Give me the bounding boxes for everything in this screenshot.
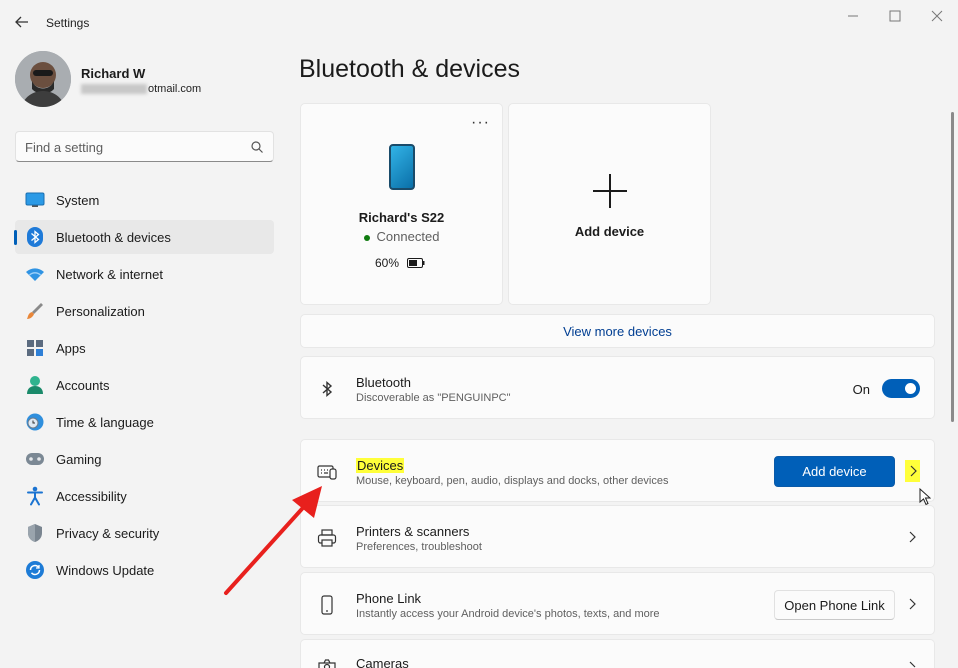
chevron-right-icon — [910, 465, 917, 477]
sidebar-item-windows-update[interactable]: Windows Update — [15, 553, 274, 587]
phone-link-title: Phone Link — [356, 591, 422, 606]
devices-title-highlight: Devices — [356, 458, 405, 473]
sidebar-item-bluetooth-devices[interactable]: Bluetooth & devices — [14, 220, 274, 254]
printers-subtitle: Preferences, troubleshoot — [356, 541, 482, 553]
maximize-icon[interactable] — [880, 6, 910, 26]
search-icon[interactable] — [250, 140, 264, 154]
view-more-devices-button[interactable]: View more devices — [300, 314, 935, 348]
search-input[interactable] — [25, 138, 240, 156]
add-device-label: Add device — [574, 224, 645, 239]
add-device-button[interactable]: Add device — [774, 456, 895, 487]
devices-chevron-highlight[interactable] — [905, 460, 920, 482]
search-box[interactable] — [15, 131, 274, 162]
sidebar-item-accessibility[interactable]: Accessibility — [15, 479, 274, 513]
apps-icon — [25, 338, 45, 358]
user-email: otmail.com — [81, 83, 201, 95]
sidebar-item-time-language[interactable]: Time & language — [15, 405, 274, 439]
sidebar-item-apps[interactable]: Apps — [15, 331, 274, 365]
camera-icon — [318, 659, 336, 668]
sidebar-item-label: Apps — [56, 340, 86, 356]
printers-row[interactable]: Printers & scanners Preferences, trouble… — [300, 505, 935, 568]
sidebar-item-label: Bluetooth & devices — [56, 229, 171, 245]
user-name: Richard W — [81, 66, 146, 81]
shield-icon — [25, 523, 45, 543]
page-title: Bluetooth & devices — [299, 55, 520, 83]
open-phone-link-button[interactable]: Open Phone Link — [774, 590, 895, 620]
device-name: Richard's S22 — [358, 210, 445, 225]
cameras-title: Cameras — [356, 656, 409, 668]
bluetooth-title: Bluetooth — [356, 375, 411, 390]
sidebar-item-label: Time & language — [56, 414, 154, 430]
device-battery: 60% — [375, 256, 425, 270]
devices-row[interactable]: Devices Mouse, keyboard, pen, audio, dis… — [300, 439, 935, 502]
scrollbar[interactable] — [951, 112, 954, 422]
toggle-state-label: On — [852, 382, 870, 397]
title-bar: Settings — [0, 0, 958, 44]
brush-icon — [25, 301, 45, 321]
sidebar-nav: System Bluetooth & devices Network & int… — [14, 183, 274, 590]
bluetooth-icon — [25, 227, 45, 247]
phone-icon — [321, 595, 333, 615]
sidebar-item-label: Privacy & security — [56, 525, 160, 541]
minimize-icon[interactable] — [838, 6, 868, 26]
sidebar-item-label: Accessibility — [56, 488, 127, 504]
bluetooth-subtitle: Discoverable as "PENGUINPC" — [356, 392, 511, 404]
device-status: Connected — [301, 229, 502, 244]
printers-title: Printers & scanners — [356, 524, 470, 539]
printer-icon — [317, 529, 337, 547]
sidebar-item-label: Windows Update — [56, 562, 155, 578]
person-icon — [25, 375, 45, 395]
keyboard-device-icon — [317, 465, 337, 480]
update-icon — [25, 560, 45, 580]
add-device-card[interactable]: Add device — [508, 103, 711, 305]
chevron-right-icon — [909, 598, 916, 610]
monitor-icon — [25, 190, 45, 210]
wifi-icon — [25, 264, 45, 284]
phone-link-subtitle: Instantly access your Android device's p… — [356, 608, 660, 620]
close-icon[interactable] — [922, 6, 952, 26]
bluetooth-toggle[interactable] — [882, 379, 920, 398]
mouse-cursor-icon — [919, 488, 931, 506]
phone-icon — [389, 144, 415, 190]
accessibility-icon — [25, 486, 45, 506]
sidebar-item-accounts[interactable]: Accounts — [15, 368, 274, 402]
sidebar-item-network[interactable]: Network & internet — [15, 257, 274, 291]
phone-link-row[interactable]: Phone Link Instantly access your Android… — [300, 572, 935, 635]
sidebar-item-label: Personalization — [56, 303, 145, 319]
sidebar-item-label: System — [56, 192, 100, 208]
plus-icon — [593, 174, 627, 208]
sidebar-item-system[interactable]: System — [15, 183, 274, 217]
devices-subtitle: Mouse, keyboard, pen, audio, displays an… — [356, 475, 669, 487]
sidebar-item-privacy-security[interactable]: Privacy & security — [15, 516, 274, 550]
back-arrow-icon[interactable] — [12, 12, 32, 32]
sidebar-item-gaming[interactable]: Gaming — [15, 442, 274, 476]
battery-percent: 60% — [375, 256, 400, 270]
globe-clock-icon — [25, 412, 45, 432]
more-options-button[interactable]: ··· — [471, 114, 490, 132]
sidebar-item-label: Gaming — [56, 451, 102, 467]
email-redaction — [81, 84, 147, 95]
connected-dot-icon — [363, 234, 370, 241]
battery-icon — [407, 258, 425, 268]
bluetooth-icon — [322, 380, 333, 398]
chevron-right-icon — [909, 531, 916, 543]
gamepad-icon — [25, 449, 45, 469]
device-card[interactable]: ··· Richard's S22 Connected 60% — [300, 103, 503, 305]
avatar[interactable] — [15, 51, 71, 107]
chevron-right-icon — [909, 661, 916, 668]
sidebar-item-personalization[interactable]: Personalization — [15, 294, 274, 328]
cameras-row[interactable]: Cameras — [300, 639, 935, 668]
sidebar-item-label: Network & internet — [56, 266, 163, 282]
window-title: Settings — [46, 16, 90, 30]
devices-title: Devices — [356, 458, 405, 473]
sidebar-item-label: Accounts — [56, 377, 110, 393]
bluetooth-row: Bluetooth Discoverable as "PENGUINPC" On — [300, 356, 935, 419]
